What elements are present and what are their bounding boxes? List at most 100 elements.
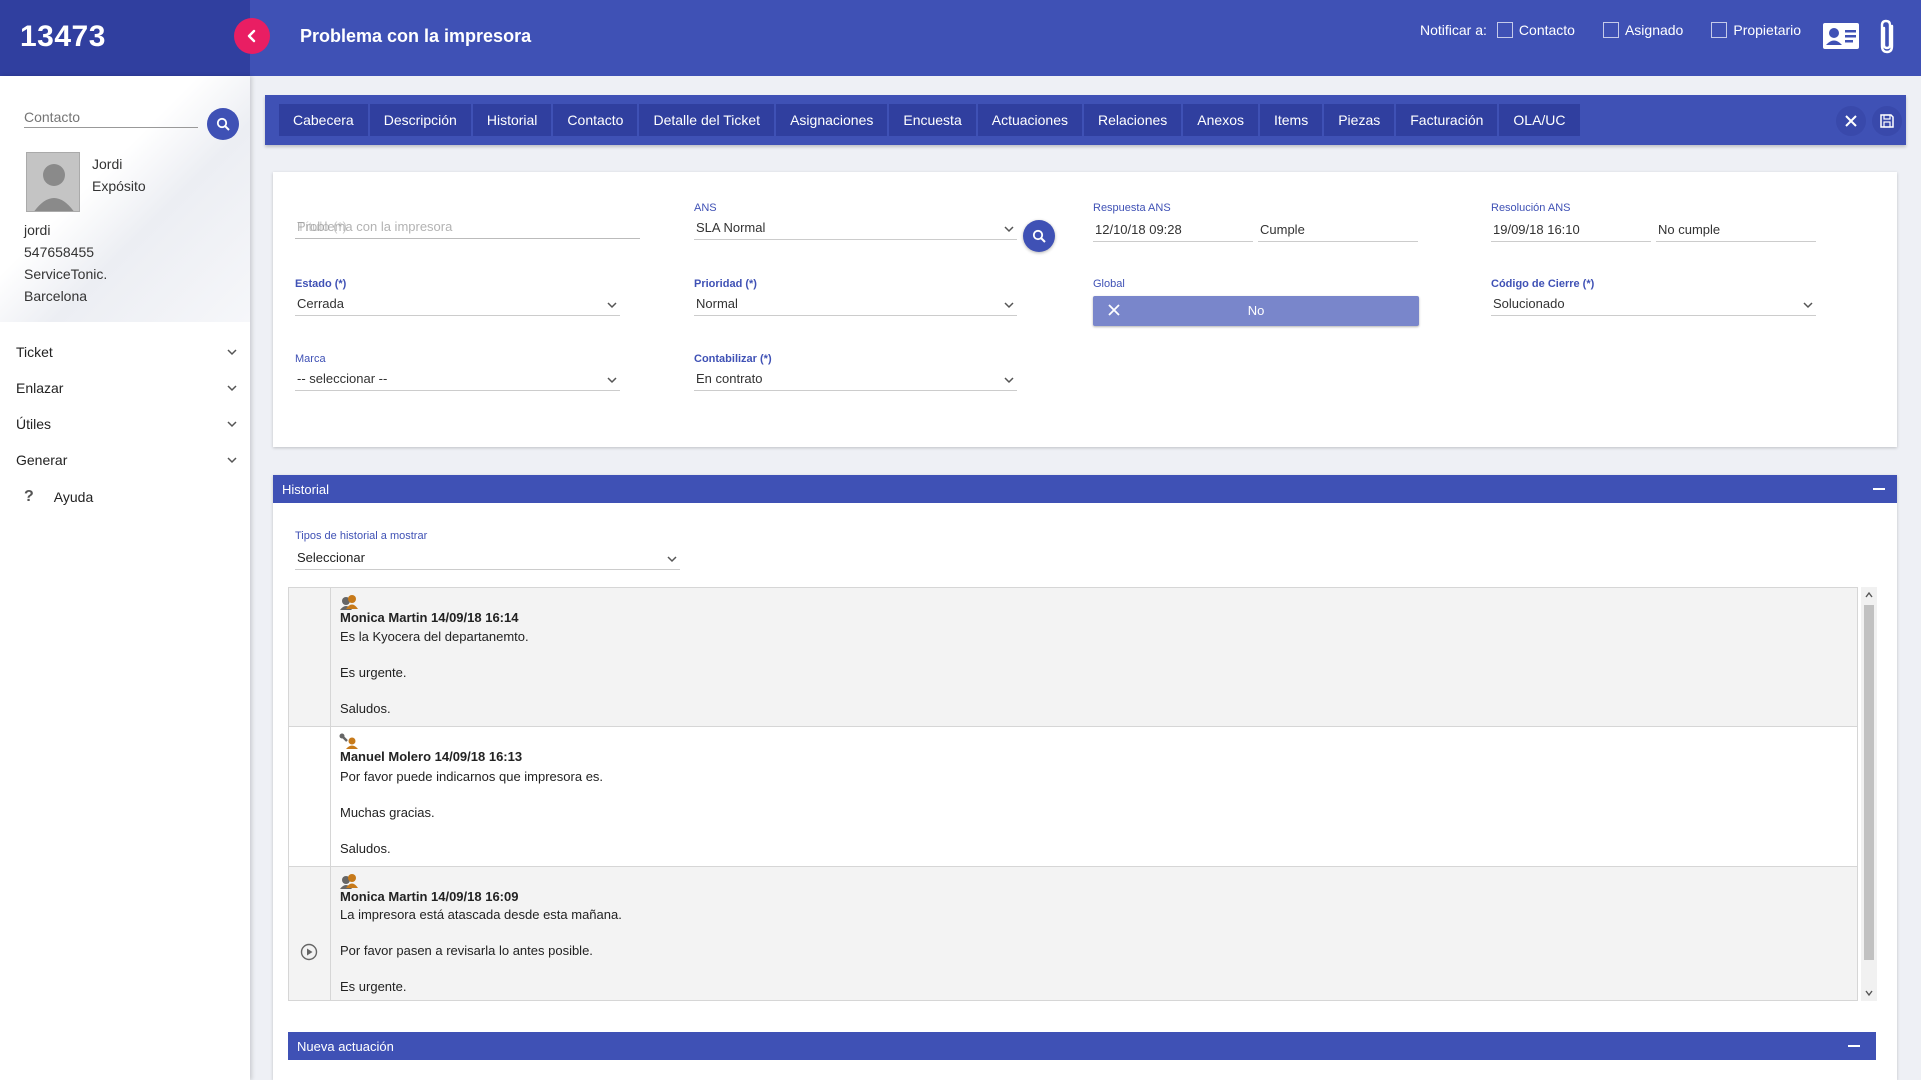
entry-line: Muchas gracias. <box>340 805 435 820</box>
entry-line: Por favor pasen a revisarla lo antes pos… <box>340 943 593 958</box>
checkbox-box[interactable] <box>1496 22 1513 38</box>
tab-piezas[interactable]: Piezas <box>1324 104 1395 136</box>
tab-actuaciones[interactable]: Actuaciones <box>977 104 1083 136</box>
marca-value: -- seleccionar -- <box>297 371 388 386</box>
tipos-historial-label: Tipos de historial a mostrar <box>295 530 428 542</box>
estado-select[interactable]: Cerrada <box>295 294 620 316</box>
codigo-cierre-value: Solucionado <box>1493 296 1565 311</box>
user-group-icon <box>340 595 358 610</box>
entry-line: Saludos. <box>340 841 391 856</box>
scroll-down-icon[interactable] <box>1864 988 1874 998</box>
sidebar-item-generar[interactable]: Generar <box>16 452 238 468</box>
tab-asignaciones[interactable]: Asignaciones <box>776 104 888 136</box>
entry-header: Monica Martin 14/09/18 16:14 <box>340 610 519 625</box>
tab-historial[interactable]: Historial <box>472 104 552 136</box>
scrollbar-thumb[interactable] <box>1864 605 1874 960</box>
chevron-down-icon <box>227 421 237 428</box>
resolucion-ans-date: 19/09/18 16:10 <box>1491 220 1651 242</box>
contact-card-icon[interactable] <box>1822 20 1860 52</box>
chevron-down-icon <box>227 457 237 464</box>
scroll-up-icon[interactable] <box>1864 590 1874 600</box>
top-bar: 13473 Problema con la impresora Notifica… <box>0 0 1921 76</box>
tab-relaciones[interactable]: Relaciones <box>1084 104 1182 136</box>
estado-value: Cerrada <box>297 296 344 311</box>
contact-last-name: Expósito <box>92 178 146 194</box>
notify-asignado-checkbox[interactable]: Asignado <box>1602 22 1684 38</box>
prioridad-label: Prioridad (*) <box>694 278 757 290</box>
tipos-historial-select[interactable]: Seleccionar <box>295 548 680 570</box>
sidebar-item-ticket[interactable]: Ticket <box>16 344 238 360</box>
checkbox-label: Propietario <box>1733 22 1802 38</box>
tab-list: Cabecera Descripción Historial Contacto … <box>279 104 1582 136</box>
notify-label: Notificar a: <box>1420 22 1487 38</box>
tab-encuesta[interactable]: Encuesta <box>889 104 976 136</box>
resolucion-ans-status: No cumple <box>1656 220 1816 242</box>
chevron-down-icon <box>607 302 617 309</box>
entry-line: Es la Kyocera del departanemto. <box>340 629 529 644</box>
collapse-icon[interactable] <box>1873 488 1885 490</box>
ans-value: SLA Normal <box>696 220 766 235</box>
respuesta-ans-label: Respuesta ANS <box>1093 202 1171 214</box>
entry-header: Manuel Molero 14/09/18 16:13 <box>340 749 523 764</box>
marca-select[interactable]: -- seleccionar -- <box>295 369 620 391</box>
list-item: Monica Martin 14/09/18 16:09 La impresor… <box>289 867 1857 1000</box>
codigo-cierre-select[interactable]: Solucionado <box>1491 294 1816 316</box>
sidebar-item-label: Ayuda <box>53 489 94 505</box>
back-button[interactable] <box>234 18 270 54</box>
contact-search-button[interactable] <box>207 108 239 140</box>
search-icon <box>1032 229 1046 243</box>
sidebar-item-enlazar[interactable]: Enlazar <box>16 380 238 396</box>
contact-search-input[interactable] <box>24 106 198 128</box>
ans-search-button[interactable] <box>1023 220 1055 252</box>
checkbox-label: Asignado <box>1624 22 1684 38</box>
play-circle-icon[interactable] <box>300 943 318 961</box>
list-item: Manuel Molero 14/09/18 16:13 Por favor p… <box>289 727 1857 867</box>
nueva-actuacion-header: Nueva actuación <box>288 1032 1876 1060</box>
tipos-historial-value: Seleccionar <box>297 550 365 565</box>
checkbox-box[interactable] <box>1711 22 1728 38</box>
close-button[interactable] <box>1836 106 1866 136</box>
tab-descripcion[interactable]: Descripción <box>369 104 471 136</box>
marca-label: Marca <box>295 353 326 365</box>
tabs-bar: Cabecera Descripción Historial Contacto … <box>265 95 1906 145</box>
help-icon: ? <box>24 488 34 505</box>
titulo-value: Problema con la impresora <box>297 219 453 234</box>
historial-list[interactable]: Monica Martin 14/09/18 16:14 Es la Kyoce… <box>288 587 1858 1001</box>
notify-contacto-checkbox[interactable]: Contacto <box>1496 22 1575 38</box>
notify-propietario-checkbox[interactable]: Propietario <box>1711 22 1801 38</box>
tab-ola-uc[interactable]: OLA/UC <box>1499 104 1580 136</box>
tab-items[interactable]: Items <box>1259 104 1323 136</box>
checkbox-label: Contacto <box>1518 22 1575 38</box>
sidebar: Jordi Expósito jordi 547658455 ServiceTo… <box>0 76 250 1080</box>
ticket-number-block: 13473 <box>0 0 250 76</box>
titulo-field[interactable]: Título (*) Problema con la impresora <box>295 217 640 239</box>
prioridad-select[interactable]: Normal <box>694 294 1017 316</box>
attachment-icon[interactable] <box>1875 18 1901 56</box>
contact-company: ServiceTonic. <box>24 266 108 282</box>
tab-contacto[interactable]: Contacto <box>553 104 638 136</box>
sidebar-item-label: Ticket <box>16 344 53 360</box>
sidebar-item-utiles[interactable]: Útiles <box>16 416 238 432</box>
collapse-icon[interactable] <box>1848 1045 1860 1047</box>
historial-scrollbar[interactable] <box>1861 587 1877 1001</box>
tab-anexos[interactable]: Anexos <box>1183 104 1258 136</box>
save-button[interactable] <box>1872 106 1902 136</box>
contact-first-name: Jordi <box>92 156 123 172</box>
chevron-left-icon <box>247 29 256 43</box>
contabilizar-select[interactable]: En contrato <box>694 369 1017 391</box>
historial-panel: Historial Tipos de historial a mostrar S… <box>273 475 1897 1080</box>
avatar <box>26 152 80 212</box>
chevron-down-icon <box>1004 226 1014 233</box>
entry-line: Es urgente. <box>340 979 407 994</box>
tab-cabecera[interactable]: Cabecera <box>279 104 368 136</box>
tab-facturacion[interactable]: Facturación <box>1396 104 1498 136</box>
ans-select[interactable]: SLA Normal <box>694 218 1017 240</box>
checkbox-box[interactable] <box>1602 22 1619 38</box>
sidebar-item-ayuda[interactable]: ? Ayuda <box>24 488 93 506</box>
entry-header: Monica Martin 14/09/18 16:09 <box>340 889 519 904</box>
tab-detalle-ticket[interactable]: Detalle del Ticket <box>639 104 775 136</box>
global-value: No <box>1247 303 1265 318</box>
global-toggle[interactable]: No <box>1093 296 1419 326</box>
ans-label: ANS <box>694 202 717 214</box>
chevron-down-icon <box>667 556 677 563</box>
